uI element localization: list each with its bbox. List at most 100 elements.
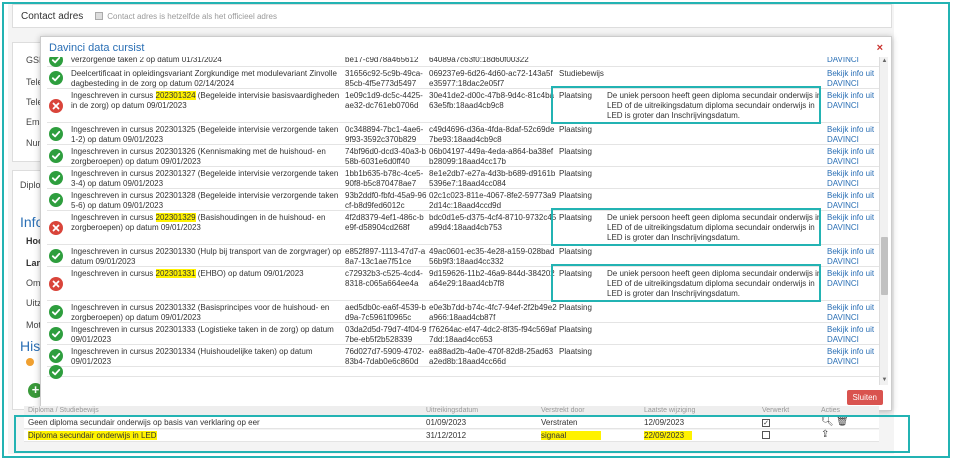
check-icon xyxy=(49,192,63,207)
table-row[interactable]: Ingeschreven in cursus 202301325 (Begele… xyxy=(47,123,881,145)
row-id: 4f2d8379-4ef1-486c-be9f-d58904cd268f xyxy=(345,213,424,232)
check-icon xyxy=(49,304,63,319)
course-number-highlight: 202301331 xyxy=(155,269,196,278)
check-icon xyxy=(49,170,63,185)
table-row[interactable]: Ingeschreven in cursus 202301332 (Basisp… xyxy=(47,301,881,323)
diploma-by: signaal xyxy=(541,431,601,440)
row-id: 76d027d7-5909-4702-83b4-7dab0e6c860d xyxy=(345,347,425,366)
diploma-changed: 12/09/2023 xyxy=(644,418,685,427)
row-description: Ingeschreven in cursus 202301330 (Hulp b… xyxy=(71,247,342,266)
table-row[interactable]: Ingeschreven in cursus 202301331 (EHBO) … xyxy=(47,267,881,301)
davinci-info-link[interactable]: Bekijk info uit DAVINCI xyxy=(827,269,881,289)
contact-address-label: Contact adres xyxy=(21,10,84,22)
bg-label-diploma: Diplo xyxy=(20,180,41,190)
row-description: Ingeschreven in cursus 202301329 (Basish… xyxy=(71,213,326,232)
davinci-modal: Davinci data cursist × verzorgende taken… xyxy=(40,36,892,411)
header-diploma: Diploma / Studiebewijs xyxy=(28,407,99,414)
row-reference: f76264ac-ef47-4dc2-8f35-f94c569af7dd:18a… xyxy=(429,325,557,344)
row-type: Plaatsing xyxy=(559,303,592,312)
row-reference: e0e3b7dd-b74c-4fc7-94ef-2f2b49e2a966:18a… xyxy=(429,303,557,322)
davinci-info-link[interactable]: DAVINCI xyxy=(827,57,881,65)
diploma-table: Diploma / Studiebewijs Uitreikingsdatum … xyxy=(24,406,879,446)
contact-same-label: Contact adres is hetzelfde als het offic… xyxy=(107,11,277,21)
trash-icon[interactable]: 🗑︎ xyxy=(836,416,849,427)
row-description: Ingeschreven in cursus 202301324 (Begele… xyxy=(71,91,340,110)
table-row[interactable]: Ingeschreven in cursus 202301324 (Begele… xyxy=(47,89,881,123)
modal-scrollbar[interactable]: ▲ ▼ xyxy=(879,57,888,385)
davinci-info-link[interactable]: Bekijk info uit DAVINCI xyxy=(827,169,881,189)
table-row[interactable]: Ingeschreven in cursus 202301330 (Hulp b… xyxy=(47,245,881,267)
row-type: Plaatsing xyxy=(559,347,592,356)
davinci-info-link[interactable]: Bekijk info uit DAVINCI xyxy=(827,213,881,233)
row-type: Plaatsing xyxy=(559,269,592,278)
warning-icon xyxy=(26,358,34,366)
davinci-info-link[interactable]: Bekijk info uit DAVINCI xyxy=(827,125,881,145)
search-icon[interactable]: 🔍︎ xyxy=(821,416,834,427)
row-type: Plaatsing xyxy=(559,169,592,178)
row-id: aed5db0c-ea6f-4539-bd9a-7c5961f0965c xyxy=(345,303,426,322)
diploma-by: Verstraten xyxy=(541,418,578,427)
table-row[interactable]: Ingeschreven in cursus 202301334 (Huisho… xyxy=(47,345,881,367)
row-type: Plaatsing xyxy=(559,191,592,200)
table-row[interactable]: Diploma secundair onderwijs in LED 31/12… xyxy=(24,429,879,442)
row-description: Ingeschreven in cursus 202301326 (Kennis… xyxy=(71,147,326,166)
scroll-thumb[interactable] xyxy=(881,237,888,295)
row-message: De uniek persoon heeft geen diploma secu… xyxy=(607,213,822,242)
table-row[interactable]: Ingeschreven in cursus 202301329 (Basish… xyxy=(47,211,881,245)
check-icon xyxy=(49,70,63,85)
davinci-info-link[interactable]: Bekijk info uit DAVINCI xyxy=(827,347,881,367)
header-processed: Verwerkt xyxy=(762,407,790,414)
course-number-highlight: 202301324 xyxy=(155,91,196,100)
bg-label-om: Om xyxy=(26,278,41,288)
davinci-info-link[interactable]: Bekijk info uit DAVINCI xyxy=(827,69,881,89)
row-id: 1bb1b635-b78c-4ce5-90f8-b5c870478ae7 xyxy=(345,169,424,188)
table-row[interactable]: Deelcertificaat in opleidingsvariant Zor… xyxy=(47,67,881,89)
diploma-changed: 22/09/2023 xyxy=(644,431,692,440)
contact-same-checkbox[interactable] xyxy=(95,12,104,20)
header-changed: Laatste wijziging xyxy=(644,407,696,414)
error-icon xyxy=(49,220,63,235)
davinci-info-link[interactable]: Bekijk info uit DAVINCI xyxy=(827,325,881,345)
row-reference: ea88ad2b-4a0e-470f-82d8-25ad63a2ed8b:18a… xyxy=(429,347,554,366)
row-id: 03da2d5d-79d7-4f04-97be-eb5f2b528339 xyxy=(345,325,427,344)
row-message: De uniek persoon heeft geen diploma secu… xyxy=(607,91,822,120)
diploma-name: Diploma secundair onderwijs in LED xyxy=(28,431,157,440)
modal-close-icon[interactable]: × xyxy=(877,42,883,54)
table-row[interactable]: verzorgende taken 2 op datum 01/31/2024 b… xyxy=(47,57,881,67)
table-row[interactable]: Ingeschreven in cursus 202301328 (Begele… xyxy=(47,189,881,211)
row-reference: 02c1c023-811e-4067-8fe2-59773a92d14c:18a… xyxy=(429,191,557,210)
davinci-info-link[interactable]: Bekijk info uit DAVINCI xyxy=(827,147,881,167)
check-icon xyxy=(49,348,63,363)
scroll-down-icon[interactable]: ▼ xyxy=(881,377,888,384)
row-message: De uniek persoon heeft geen diploma secu… xyxy=(607,269,822,298)
row-id: c72932b3-c525-4cd4-8318-c065a664ee4a xyxy=(345,269,423,288)
table-row[interactable]: Ingeschreven in cursus 202301326 (Kennis… xyxy=(47,145,881,167)
davinci-info-link[interactable]: Bekijk info uit DAVINCI xyxy=(827,303,881,323)
row-reference: 9d159626-11b2-46a9-844d-384202a64e29:18a… xyxy=(429,269,555,288)
row-id: 1e09c1d9-dc5c-4425-ae32-dc761eb0706d xyxy=(345,91,423,110)
modal-title: Davinci data cursist xyxy=(49,42,145,54)
davinci-info-link[interactable]: Bekijk info uit DAVINCI xyxy=(827,247,881,267)
table-row[interactable] xyxy=(47,364,881,379)
table-row[interactable]: Ingeschreven in cursus 202301327 (Begele… xyxy=(47,167,881,189)
course-number-highlight: 202301329 xyxy=(155,213,196,222)
row-reference: 30e41de2-d00c-47b8-9d4c-81c4ba63e5fb:18a… xyxy=(429,91,554,110)
scroll-up-icon[interactable]: ▲ xyxy=(881,58,888,65)
row-description: Ingeschreven in cursus 202301332 (Basisp… xyxy=(71,303,330,322)
processed-checkbox[interactable]: ✓ xyxy=(762,419,770,427)
davinci-info-link[interactable]: Bekijk info uit DAVINCI xyxy=(827,191,881,211)
table-row[interactable]: Ingeschreven in cursus 202301333 (Logist… xyxy=(47,323,881,345)
row-type: Plaatsing xyxy=(559,147,592,156)
davinci-info-link[interactable]: Bekijk info uit DAVINCI xyxy=(827,91,881,111)
processed-checkbox[interactable] xyxy=(762,431,770,439)
row-reference: 069237e9-6d26-4d60-ac72-143a5fe35977:18d… xyxy=(429,69,553,88)
row-reference: bdc0d1e5-d375-4cf4-8710-9732c45a99d4:18a… xyxy=(429,213,557,232)
check-icon xyxy=(49,57,63,67)
table-row[interactable]: Geen diploma secundair onderwijs op basi… xyxy=(24,416,879,429)
close-button[interactable]: Sluiten xyxy=(846,390,883,405)
row-description: Ingeschreven in cursus 202301331 (EHBO) … xyxy=(71,269,304,278)
diploma-name: Geen diploma secundair onderwijs op basi… xyxy=(28,418,260,427)
header-by: Verstrekt door xyxy=(541,407,585,414)
row-description: verzorgende taken 2 op datum 01/31/2024 xyxy=(71,57,222,64)
upload-icon[interactable]: ⇪ xyxy=(821,429,829,440)
